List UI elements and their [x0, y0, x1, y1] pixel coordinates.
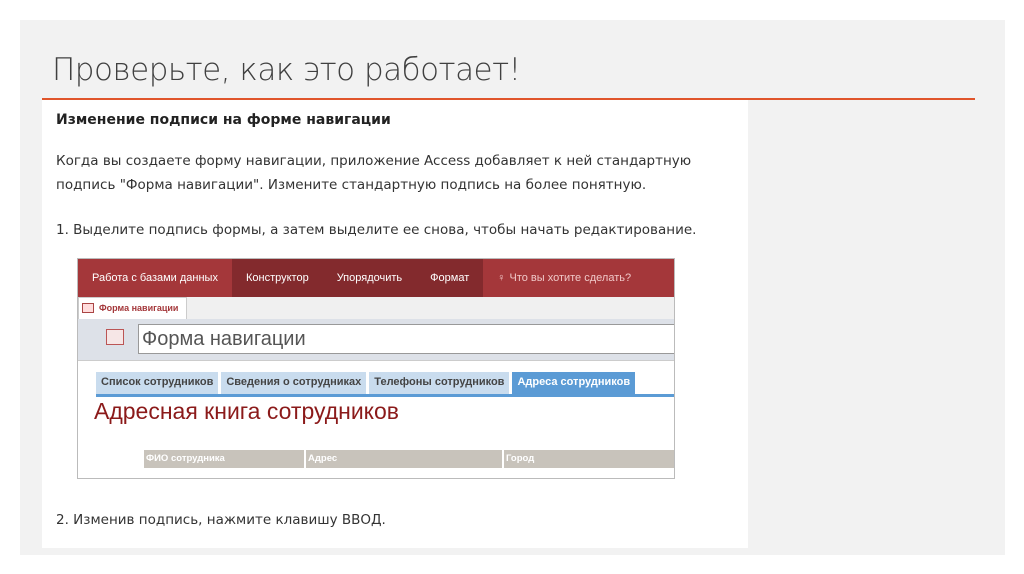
slide-title: Проверьте, как это работает!	[52, 52, 521, 88]
nav-tab-underline	[96, 394, 674, 397]
ribbon-tab-design[interactable]: Конструктор	[231, 259, 323, 297]
nav-tab-employee-list[interactable]: Список сотрудников	[96, 372, 219, 394]
form-icon	[82, 303, 94, 313]
ribbon-tab-database-tools[interactable]: Работа с базами данных	[78, 259, 232, 297]
nav-tab-employee-phones[interactable]: Телефоны сотрудников	[369, 372, 510, 394]
nav-tab-employee-details[interactable]: Сведения о сотрудниках	[221, 372, 367, 394]
section-heading: Изменение подписи на форме навигации	[56, 112, 391, 128]
column-headers: ФИО сотрудника Адрес Город	[144, 450, 674, 468]
access-screenshot: Работа с базами данных Конструктор Упоря…	[77, 258, 675, 479]
ribbon: Работа с базами данных Конструктор Упоря…	[78, 259, 674, 297]
doc-tab-label: Форма навигации	[99, 303, 179, 313]
content-panel: Изменение подписи на форме навигации Ког…	[42, 100, 748, 548]
document-tabs: Форма навигации	[78, 297, 674, 319]
column-city: Город	[504, 450, 674, 468]
nav-tab-employee-addresses[interactable]: Адреса сотрудников	[512, 372, 636, 394]
navigation-tabs: Список сотрудников Сведения о сотрудника…	[96, 372, 638, 394]
lightbulb-icon: ♀	[497, 272, 506, 284]
step-2: 2. Изменив подпись, нажмите клавишу ВВОД…	[56, 512, 386, 528]
form-caption-label[interactable]: Форма навигации	[138, 324, 674, 354]
doc-tab-navigation-form[interactable]: Форма навигации	[78, 297, 188, 319]
intro-paragraph: Когда вы создаете форму навигации, прило…	[56, 153, 692, 193]
step-1: 1. Выделите подпись формы, а затем выдел…	[56, 222, 697, 238]
subform-title: Адресная книга сотрудников	[94, 398, 400, 424]
ribbon-tab-format[interactable]: Формат	[416, 259, 484, 297]
column-address: Адрес	[306, 450, 502, 468]
tell-me-text: Что вы хотите сделать?	[509, 272, 632, 284]
form-icon	[106, 329, 124, 345]
form-header: Форма навигации	[78, 319, 674, 361]
ribbon-tab-arrange[interactable]: Упорядочить	[322, 259, 417, 297]
column-name: ФИО сотрудника	[144, 450, 304, 468]
tell-me-box[interactable]: ♀ Что вы хотите сделать?	[483, 259, 645, 297]
